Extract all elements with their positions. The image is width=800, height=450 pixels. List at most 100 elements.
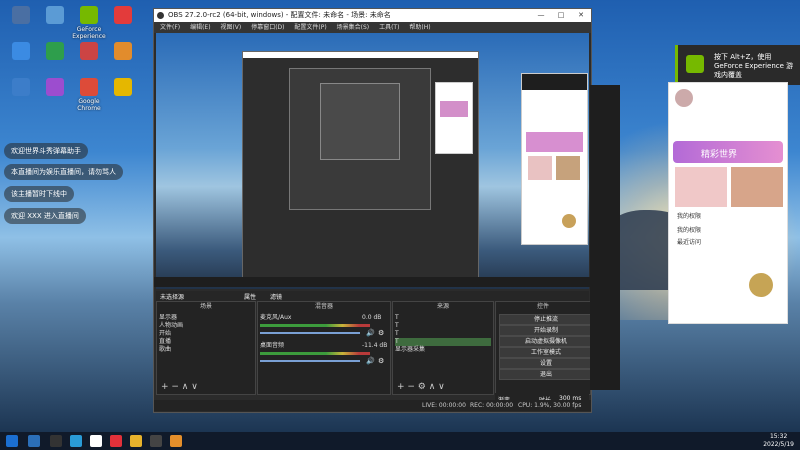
speaker-icon[interactable]: 🔊	[366, 357, 375, 365]
controls-dock: 控件 停止推流 开始录制 启动虚拟摄像机 工作室模式 设置 退出	[495, 301, 593, 395]
maximize-button[interactable]: □	[554, 9, 568, 22]
menu-scene-collection[interactable]: 场景集合(S)	[337, 24, 370, 31]
desktop-icon[interactable]	[106, 6, 140, 26]
desktop-icon[interactable]	[106, 78, 140, 98]
source-item[interactable]: T	[395, 338, 491, 346]
menu-edit[interactable]: 编辑(E)	[190, 24, 210, 31]
scene-item[interactable]: 显示器	[159, 314, 177, 322]
source-item[interactable]: T	[395, 330, 399, 338]
mixer-volume-slider[interactable]	[260, 332, 360, 334]
nested-obs-window	[242, 51, 479, 278]
clock-date: 2022/5/19	[763, 441, 794, 448]
menu-tools[interactable]: 工具(T)	[379, 24, 399, 31]
app-icon[interactable]	[90, 435, 102, 447]
desktop-icon[interactable]	[72, 42, 106, 62]
minimize-button[interactable]: —	[534, 9, 548, 22]
obs-statusbar: LIVE: 00:00:00 REC: 00:00:00 CPU: 1.9%, …	[154, 400, 591, 411]
live-thumb[interactable]	[675, 167, 727, 207]
add-source-button[interactable]: + − ⚙ ∧ ∨	[397, 382, 445, 392]
app-icon	[12, 78, 30, 96]
clock-time: 15:32	[769, 433, 788, 440]
chat-bubble: 本直播间为娱乐直播间，请勿骂人	[4, 164, 123, 180]
desktop-icon[interactable]	[38, 42, 72, 62]
live-item[interactable]: 我的权限	[677, 211, 701, 220]
scenes-dock: 场景 显示器 人物动画 开始 直播 歌曲 + − ∧ ∨	[156, 301, 256, 395]
obs-logo-icon	[157, 12, 164, 19]
properties-button[interactable]: 属性	[244, 292, 256, 301]
scene-item[interactable]: 歌曲	[159, 346, 171, 354]
geforce-icon	[80, 6, 98, 24]
add-scene-button[interactable]: + − ∧ ∨	[161, 382, 198, 392]
settings-button[interactable]: 设置	[499, 358, 593, 369]
cpu-status: CPU: 1.9%, 30.00 fps	[518, 402, 582, 409]
gear-icon[interactable]: ⚙	[378, 357, 384, 365]
menu-profile[interactable]: 配置文件(P)	[294, 24, 326, 31]
speaker-icon[interactable]: 🔊	[366, 329, 375, 337]
chat-bubble: 该主播暂时下线中	[4, 186, 74, 202]
live-panel[interactable]: 精彩世界 我的权限 我的权限 最近访问	[668, 82, 788, 324]
app-icon[interactable]	[170, 435, 182, 447]
obs-icon[interactable]	[150, 435, 162, 447]
app-icon	[46, 78, 64, 96]
desktop-icon[interactable]	[38, 78, 72, 98]
menu-view[interactable]: 视图(V)	[220, 24, 241, 31]
app-icon	[12, 42, 30, 60]
desktop-icon[interactable]	[4, 78, 38, 98]
edge-icon[interactable]	[28, 435, 40, 447]
start-recording-button[interactable]: 开始录制	[499, 325, 593, 336]
source-item[interactable]: T	[395, 314, 399, 322]
taskview-icon[interactable]	[50, 435, 62, 447]
live-item[interactable]: 我的权限	[677, 225, 701, 234]
mixer-meter	[260, 352, 370, 355]
app-icon	[46, 6, 64, 24]
mixer-meter	[260, 324, 370, 327]
desktop-icon[interactable]	[4, 6, 38, 26]
mixer-track-db: 0.0 dB	[362, 314, 382, 321]
start-icon[interactable]	[6, 435, 18, 447]
stop-streaming-button[interactable]: 停止推流	[499, 314, 593, 325]
folder-icon[interactable]	[130, 435, 142, 447]
close-button[interactable]: ✕	[574, 9, 588, 22]
scene-item[interactable]: 直播	[159, 338, 171, 346]
obs-titlebar[interactable]: OBS 27.2.0-rc2 (64-bit, windows) - 配置文件:…	[154, 9, 591, 22]
no-source-label: 未选择源	[160, 294, 185, 301]
start-virtual-camera-button[interactable]: 启动虚拟摄像机	[499, 336, 593, 347]
nested-obs-window-2	[289, 68, 431, 210]
obs-preview[interactable]	[156, 33, 589, 289]
desktop-icon[interactable]	[38, 6, 72, 26]
scenes-header: 场景	[199, 303, 212, 310]
app-icon[interactable]	[70, 435, 82, 447]
live-thumb[interactable]	[731, 167, 783, 207]
desktop-icon[interactable]: GeForce Experience	[72, 6, 106, 40]
mixer-track-name: 桌面音频	[260, 342, 285, 349]
obs-window[interactable]: OBS 27.2.0-rc2 (64-bit, windows) - 配置文件:…	[153, 8, 593, 413]
sources-dock: 来源 T T T T 显示器采集 + − ⚙ ∧ ∨	[392, 301, 494, 395]
desktop-icon[interactable]	[106, 42, 140, 62]
live-banner[interactable]: 精彩世界	[673, 141, 783, 163]
source-item[interactable]: 显示器采集	[395, 346, 425, 354]
scene-item[interactable]: 人物动画	[159, 322, 183, 330]
clock[interactable]: 15:32 2022/5/19	[763, 433, 794, 449]
chat-bubble: 欢迎世界斗秀弹幕助手	[4, 143, 88, 159]
studio-mode-button[interactable]: 工作室模式	[499, 347, 593, 358]
menu-file[interactable]: 文件(F)	[160, 24, 180, 31]
menu-docks[interactable]: 停靠窗口(D)	[251, 24, 284, 31]
live-item[interactable]: 最近访问	[677, 237, 701, 246]
obs-docks: 未选择源 属性 滤镜 场景 显示器 人物动画 开始 直播 歌曲 + − ∧ ∨ …	[156, 291, 593, 409]
preview-phone-panel	[521, 73, 588, 245]
mixer-volume-slider[interactable]	[260, 360, 360, 362]
live-banner-title: 精彩世界	[701, 150, 738, 160]
filters-button[interactable]: 滤镜	[270, 292, 282, 301]
exit-button[interactable]: 退出	[499, 369, 593, 380]
menu-help[interactable]: 帮助(H)	[409, 24, 430, 31]
chat-bubble: 欢迎 XXX 进入直播间	[4, 208, 86, 224]
gear-icon[interactable]: ⚙	[378, 329, 384, 337]
desktop-icon[interactable]	[4, 42, 38, 62]
app-icon[interactable]	[110, 435, 122, 447]
source-item[interactable]: T	[395, 322, 399, 330]
scene-item[interactable]: 开始	[159, 330, 171, 338]
desktop-icon[interactable]: Google Chrome	[72, 78, 106, 112]
rec-status: REC: 00:00:00	[470, 402, 514, 409]
sources-header: 来源	[436, 303, 449, 310]
avatar[interactable]	[675, 89, 693, 107]
